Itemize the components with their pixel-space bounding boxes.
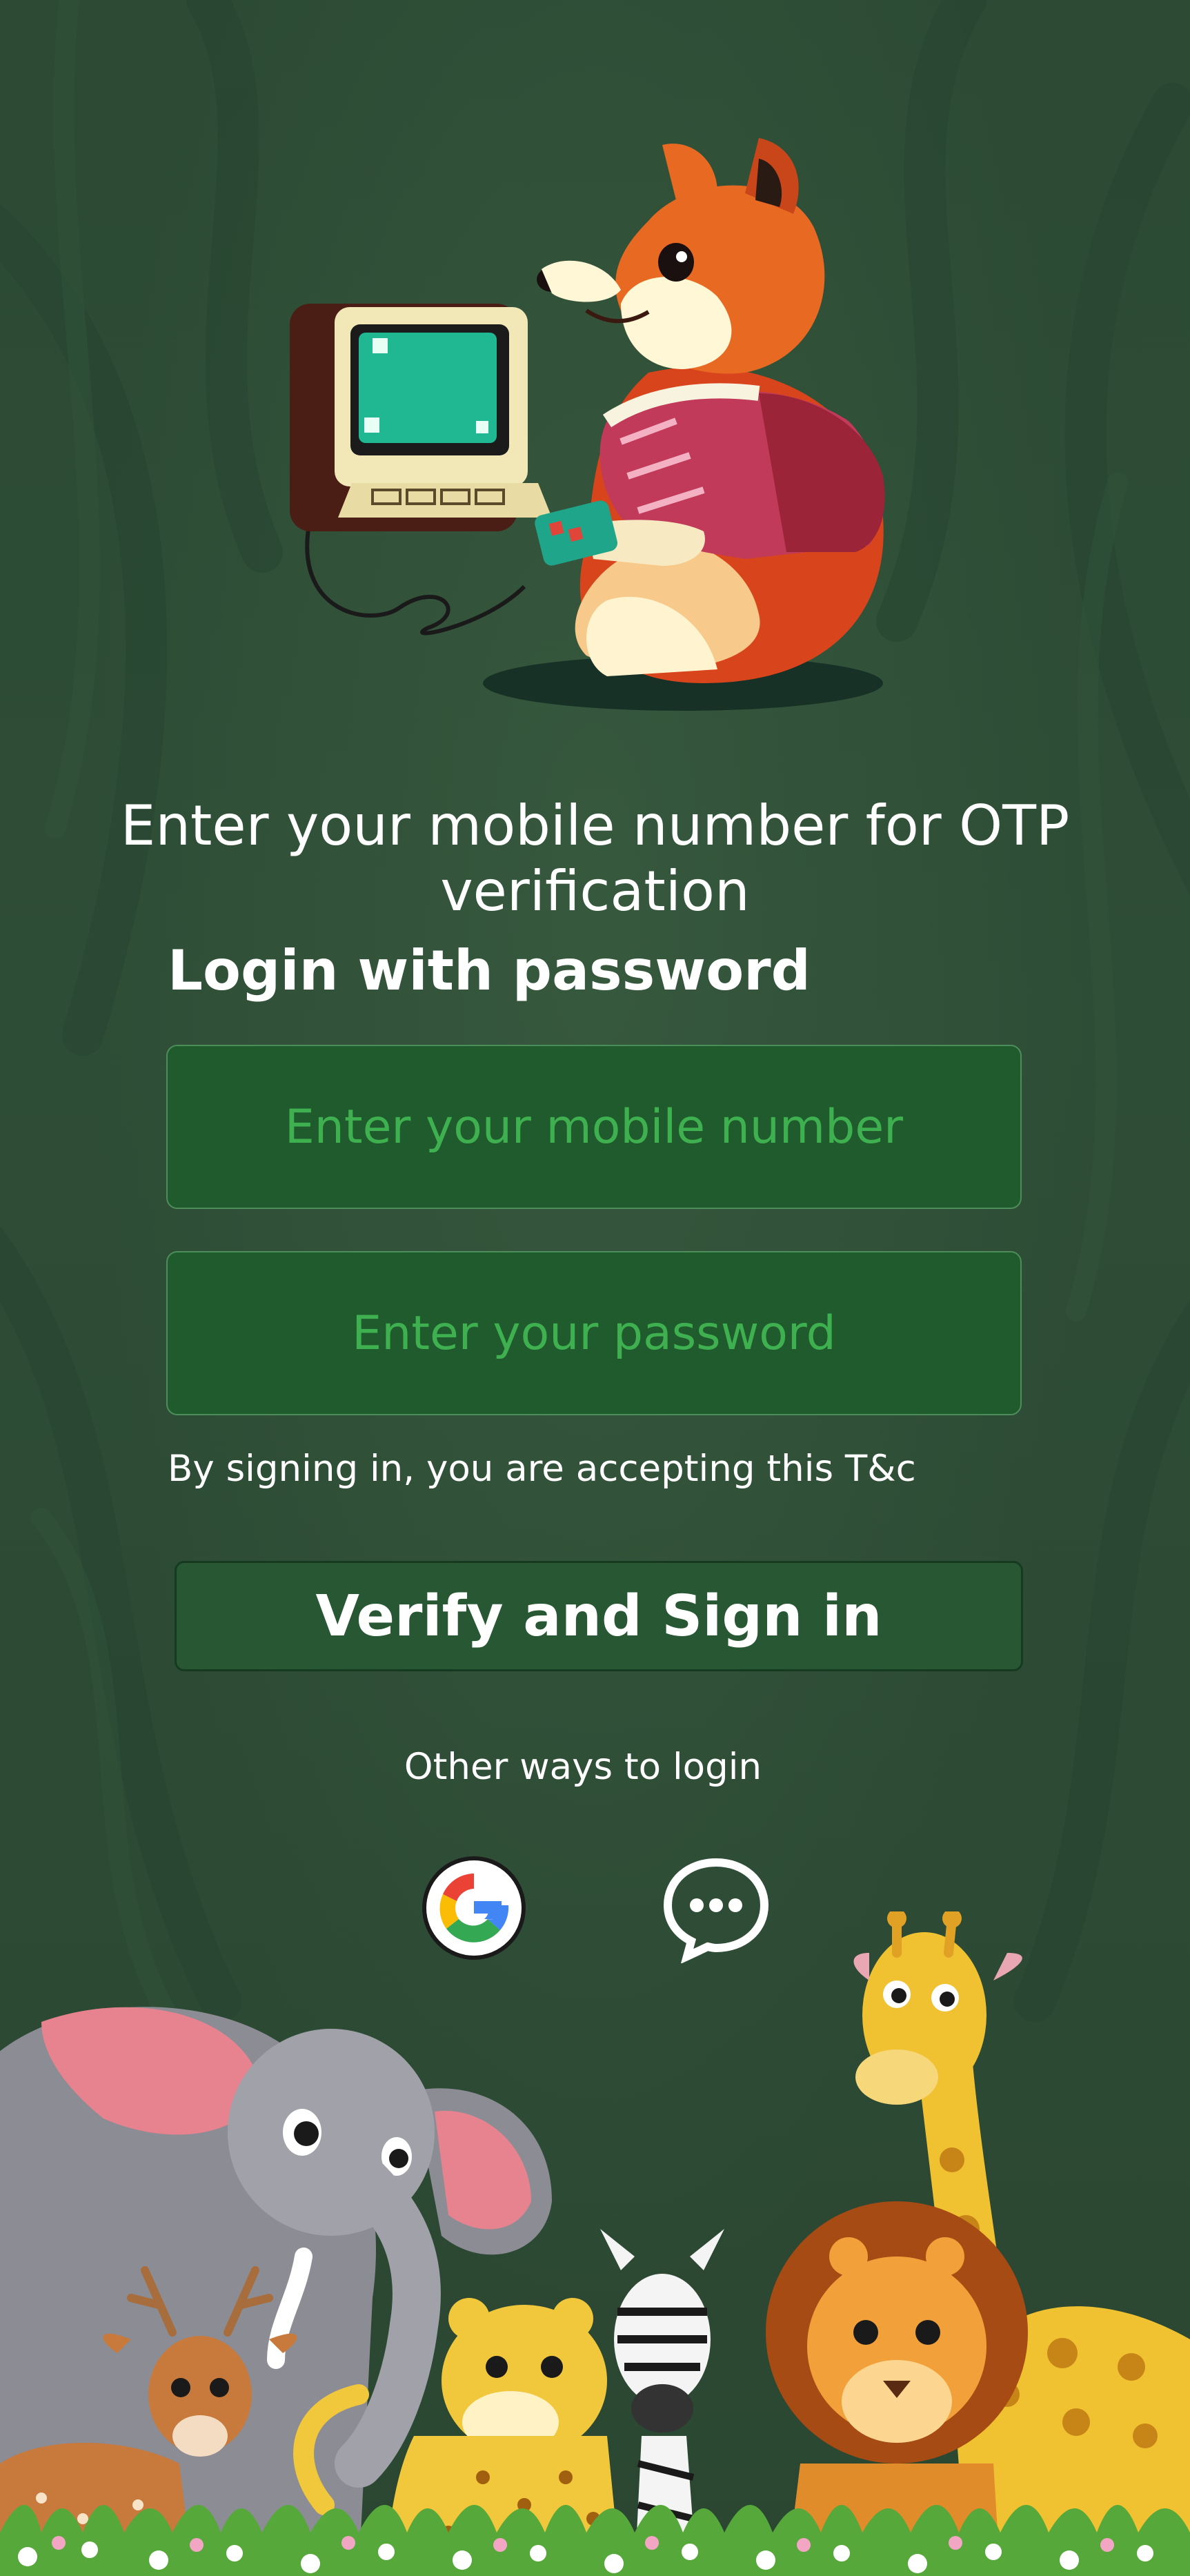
verify-sign-in-button[interactable]: Verify and Sign in xyxy=(175,1561,1023,1671)
otp-heading: Enter your mobile number for OTP verific… xyxy=(120,793,1070,923)
mobile-number-input[interactable] xyxy=(168,1045,1020,1208)
login-screen: Enter your mobile number for OTP verific… xyxy=(0,0,1190,2576)
mobile-number-field-container xyxy=(166,1045,1022,1209)
other-ways-label: Other ways to login xyxy=(404,1746,762,1788)
safari-animals-illustration xyxy=(0,1911,1190,2576)
password-input[interactable] xyxy=(168,1252,1020,1415)
login-with-password-title: Login with password xyxy=(168,938,811,1003)
terms-text: By signing in, you are accepting this T&… xyxy=(168,1448,916,1490)
password-field-container xyxy=(166,1251,1022,1415)
dog-computer-illustration xyxy=(290,138,885,711)
